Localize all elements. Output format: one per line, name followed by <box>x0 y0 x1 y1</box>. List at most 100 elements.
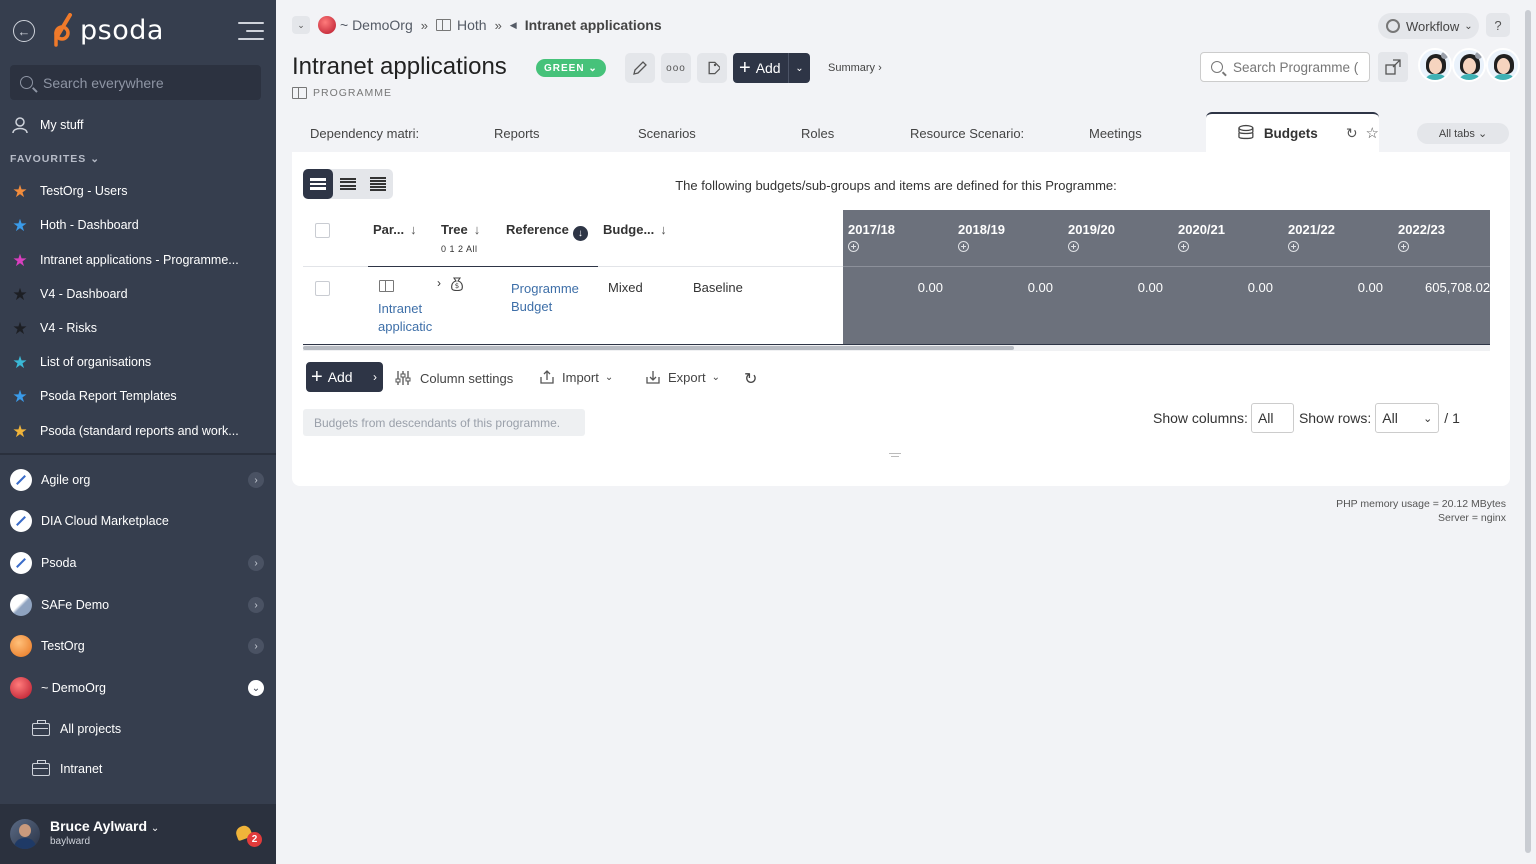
column-header-year[interactable]: 2021/22 <box>1288 222 1335 237</box>
org-item-testorg[interactable]: TestOrg › <box>0 635 276 657</box>
team-member-avatar[interactable] <box>1486 48 1520 82</box>
chevron-down-icon: ⌄ <box>604 371 614 383</box>
column-settings-button[interactable]: Column settings <box>394 369 513 387</box>
select-all-checkbox[interactable] <box>315 223 330 238</box>
column-header-tree[interactable]: Tree ↓ <box>441 222 480 237</box>
scrollbar-thumb[interactable] <box>303 346 1014 350</box>
add-budget-button[interactable]: + Add › <box>306 362 383 392</box>
collapse-sidebar-icon[interactable] <box>238 21 264 41</box>
chevron-down-icon[interactable]: ⌄ <box>788 53 810 83</box>
chevron-down-icon[interactable]: ⌄ <box>292 16 310 34</box>
refresh-icon[interactable]: ↻ <box>744 369 757 389</box>
column-header-year[interactable]: 2018/19 <box>958 222 1005 237</box>
avatar[interactable] <box>10 819 40 849</box>
expand-plus-icon[interactable] <box>848 241 859 252</box>
workflow-button[interactable]: Workflow ⌄ <box>1378 13 1479 39</box>
chevron-right-icon[interactable]: › <box>248 597 264 613</box>
refresh-icon[interactable]: ↻ <box>1346 125 1358 142</box>
expand-plus-icon[interactable] <box>1288 241 1299 252</box>
global-search-input[interactable]: Search everywhere <box>10 65 261 100</box>
breadcrumb-org[interactable]: ~ DemoOrg <box>340 17 413 33</box>
tab-dependency-matrix[interactable]: Dependency matri: <box>310 126 419 141</box>
psoda-logo-icon <box>54 13 72 47</box>
global-search-placeholder: Search everywhere <box>43 74 164 91</box>
status-badge[interactable]: GREEN ⌄ <box>536 59 606 77</box>
column-header-parent[interactable]: Par... ↓ <box>373 222 417 237</box>
notifications-button[interactable]: 2 <box>234 823 262 847</box>
column-header-reference[interactable]: Reference ↓ <box>506 222 588 241</box>
star-outline-icon[interactable]: ☆ <box>1366 124 1379 142</box>
team-member-avatar[interactable] <box>1418 48 1452 82</box>
show-rows-value: All <box>1382 410 1398 426</box>
scrollbar-thumb[interactable] <box>1525 10 1531 853</box>
org-item-safe-demo[interactable]: SAFe Demo › <box>0 594 276 616</box>
org-item-dia-cloud[interactable]: DIA Cloud Marketplace <box>0 510 276 532</box>
breadcrumb-portfolio[interactable]: Hoth <box>457 17 487 33</box>
tab-resource-scenarios[interactable]: Resource Scenario: <box>910 126 1024 141</box>
team-member-avatar[interactable] <box>1452 48 1486 82</box>
help-button[interactable]: ? <box>1486 13 1510 37</box>
tab-roles[interactable]: Roles <box>801 126 834 141</box>
column-header-year[interactable]: 2019/20 <box>1068 222 1115 237</box>
chevron-down-icon[interactable]: ⌄ <box>248 680 264 696</box>
tab-scenarios[interactable]: Scenarios <box>638 126 696 141</box>
chevron-right-icon[interactable]: › <box>248 472 264 488</box>
add-button[interactable]: + Add ⌄ <box>733 53 810 83</box>
org-item-agile-org[interactable]: Agile org › <box>0 469 276 491</box>
resize-handle-icon[interactable] <box>889 453 901 461</box>
tab-meetings[interactable]: Meetings <box>1089 126 1142 141</box>
show-columns-select[interactable]: All <box>1250 403 1294 433</box>
column-header-year[interactable]: 2017/18 <box>848 222 895 237</box>
programme-search-input[interactable]: Search Programme ( <box>1200 52 1370 82</box>
edit-button[interactable] <box>625 53 655 83</box>
favourite-item[interactable]: ★ TestOrg - Users <box>0 181 276 201</box>
horizontal-scrollbar[interactable] <box>303 345 1490 351</box>
all-tabs-button[interactable]: All tabs ⌄ <box>1417 123 1509 144</box>
expand-chevron-icon[interactable]: › <box>437 276 441 290</box>
tree-level-selector[interactable]: 0 1 2 All <box>441 244 478 254</box>
chevron-right-icon[interactable]: › <box>248 638 264 654</box>
sidebar-item-intranet[interactable]: Intranet <box>0 759 276 778</box>
org-item-demoorg[interactable]: ~ DemoOrg ⌄ <box>0 677 276 699</box>
favourite-item[interactable]: ★ Intranet applications - Programme... <box>0 250 276 270</box>
parent-link[interactable]: Intranet applicatic <box>378 300 432 336</box>
import-button[interactable]: Import ⌄ <box>539 369 613 385</box>
external-link-button[interactable] <box>1378 52 1408 82</box>
column-header-budget[interactable]: Budge... ↓ <box>603 222 667 237</box>
column-header-year[interactable]: 2022/23 <box>1398 222 1445 237</box>
favourite-item[interactable]: ★ Psoda (standard reports and work... <box>0 421 276 441</box>
favourites-header[interactable]: FAVOURITES ⌄ <box>10 153 100 165</box>
favourite-item[interactable]: ★ List of organisations <box>0 352 276 372</box>
expand-plus-icon[interactable] <box>1398 241 1409 252</box>
psoda-logo[interactable]: psoda <box>50 13 164 47</box>
favourite-item[interactable]: ★ V4 - Dashboard <box>0 284 276 304</box>
tab-budgets[interactable]: Budgets ↻ ☆ <box>1206 112 1379 152</box>
page-scrollbar[interactable] <box>1524 0 1532 864</box>
expand-plus-icon[interactable] <box>958 241 969 252</box>
summary-link[interactable]: Summary › <box>828 62 882 74</box>
favourite-item[interactable]: ★ Psoda Report Templates <box>0 386 276 406</box>
reference-link[interactable]: Programme Budget <box>511 280 579 316</box>
tag-button[interactable] <box>697 53 727 83</box>
favourite-item[interactable]: ★ V4 - Risks <box>0 318 276 338</box>
org-item-psoda[interactable]: Psoda › <box>0 552 276 574</box>
sidebar-item-all-projects[interactable]: All projects <box>0 719 276 738</box>
chevron-right-icon[interactable]: › <box>248 555 264 571</box>
show-rows-select[interactable]: All ⌄ <box>1375 403 1440 433</box>
back-icon[interactable]: ← <box>13 20 35 42</box>
sliders-icon <box>395 371 411 385</box>
expand-plus-icon[interactable] <box>1178 241 1189 252</box>
row-checkbox[interactable] <box>315 281 330 296</box>
more-options-button[interactable]: ooo <box>661 53 691 83</box>
org-label: Agile org <box>41 473 91 487</box>
expand-plus-icon[interactable] <box>1068 241 1079 252</box>
chevron-down-icon: ⌄ <box>150 823 160 834</box>
caret-left-icon[interactable]: ◀ <box>510 20 517 31</box>
export-button[interactable]: Export ⌄ <box>645 369 720 385</box>
user-menu[interactable]: Bruce Aylward ⌄ <box>50 818 159 834</box>
descendants-budgets-button[interactable]: Budgets from descendants of this program… <box>303 409 585 436</box>
favourite-item[interactable]: ★ Hoth - Dashboard <box>0 215 276 235</box>
sidebar-item-my-stuff[interactable]: My stuff <box>0 115 276 135</box>
tab-reports[interactable]: Reports <box>494 126 540 141</box>
column-header-year[interactable]: 2020/21 <box>1178 222 1225 237</box>
